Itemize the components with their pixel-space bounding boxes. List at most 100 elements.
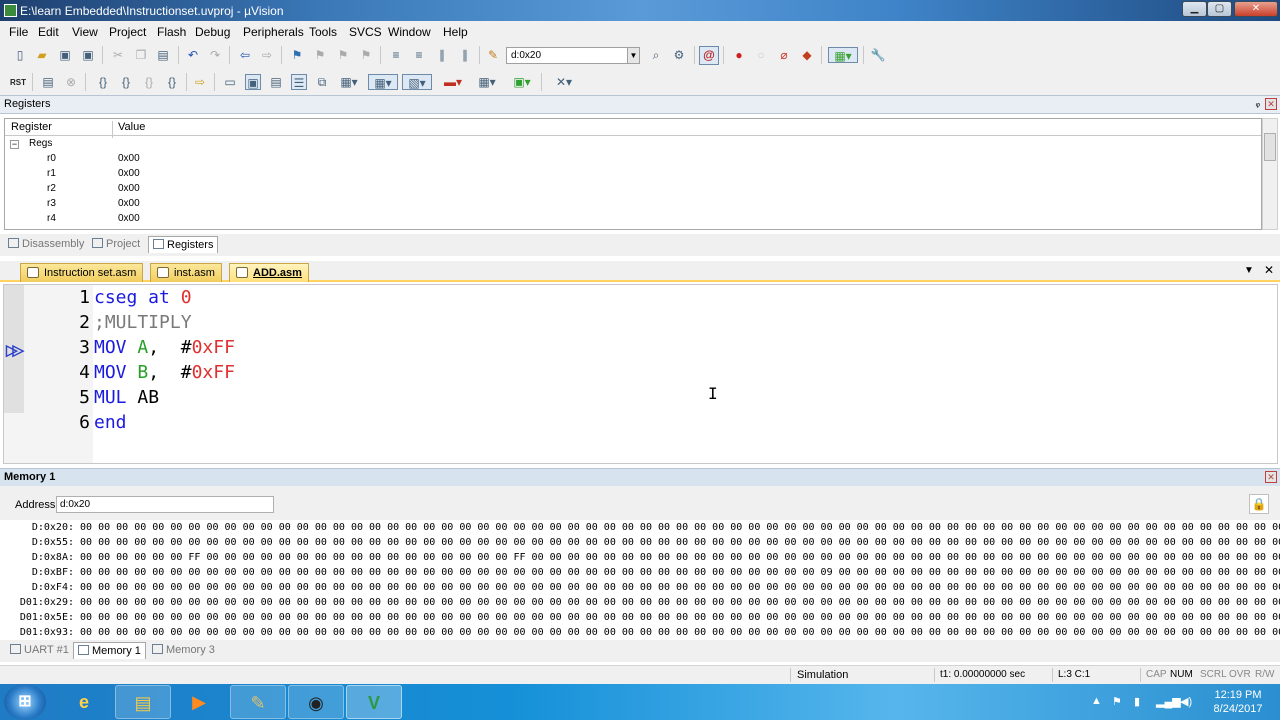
menu-project[interactable]: Project [109, 25, 146, 39]
disassembly-window-icon[interactable]: ▣ [245, 74, 261, 90]
menu-window[interactable]: Window [388, 25, 431, 39]
memory-row[interactable]: D01:0x5E: 00 00 00 00 00 00 00 00 00 00 … [0, 612, 1280, 627]
redo-icon[interactable]: ↷ [207, 47, 223, 63]
action-center-icon[interactable]: ⚑ [1112, 695, 1122, 708]
clear-bookmarks-icon[interactable]: ⚑ [358, 47, 374, 63]
uncomment-icon[interactable]: ∥ [457, 47, 473, 63]
memory-row[interactable]: D01:0x29: 00 00 00 00 00 00 00 00 00 00 … [0, 597, 1280, 612]
disable-breakpoint-icon[interactable]: ○ [753, 47, 769, 63]
next-bookmark-icon[interactable]: ⚑ [335, 47, 351, 63]
call-stack-icon[interactable]: ⧉ [314, 74, 330, 90]
keil-ide-icon[interactable]: ✎ [230, 685, 286, 719]
memory-row[interactable]: D:0x20: 00 00 00 00 00 00 00 00 00 00 00… [0, 522, 1280, 537]
erase-breakpoints-icon[interactable]: ◆ [799, 47, 815, 63]
menu-file[interactable]: File [9, 25, 28, 39]
memory-window-icon[interactable]: ▦▾ [368, 74, 398, 90]
new-file-icon[interactable]: ▯ [12, 47, 28, 63]
register-value[interactable]: 0x00 [118, 213, 140, 224]
save-icon[interactable]: ▣ [57, 47, 73, 63]
close-window-button[interactable]: ✕ [1234, 1, 1278, 17]
memory-bytes[interactable]: 00 00 00 00 00 00 00 00 00 00 00 00 00 0… [74, 582, 1280, 593]
stop-icon[interactable]: ⊗ [63, 74, 79, 90]
start-button[interactable]: ⊞ [4, 684, 46, 720]
pin-icon[interactable]: ᵩ [1256, 98, 1260, 109]
code-line[interactable]: ;MULTIPLY [94, 312, 192, 337]
power-icon[interactable]: ▮ [1134, 695, 1140, 708]
memory-bytes[interactable]: 00 00 00 00 00 00 00 00 00 00 00 00 00 0… [74, 567, 1280, 578]
collapse-icon[interactable]: − [10, 140, 19, 149]
analysis-window-icon[interactable]: ▬▾ [440, 74, 466, 90]
registers-close-button[interactable]: ✕ [1265, 98, 1277, 110]
scroll-thumb[interactable] [1264, 133, 1276, 161]
find-icon[interactable]: ⌕ [648, 47, 664, 63]
memory-close-button[interactable]: ✕ [1265, 471, 1277, 483]
breakpoint-icon[interactable]: ● [731, 47, 747, 63]
menu-debug[interactable]: Debug [195, 25, 230, 39]
tab-disassembly[interactable]: Disassembly [4, 236, 88, 253]
debug-session-icon[interactable]: @ [699, 46, 719, 65]
memory-bytes[interactable]: 00 00 00 00 00 00 00 00 00 00 00 00 00 0… [74, 522, 1280, 533]
obs-icon[interactable]: ◉ [288, 685, 344, 719]
configure-icon[interactable]: 🔧 [870, 47, 886, 63]
tab-instruction-set-asm[interactable]: Instruction set.asm [20, 263, 144, 282]
registers-scrollbar[interactable] [1262, 118, 1278, 230]
register-value[interactable]: 0x00 [118, 168, 140, 179]
memory-bytes[interactable]: 00 00 00 00 00 00 00 00 00 00 00 00 00 0… [74, 627, 1280, 638]
unindent-icon[interactable]: ≡ [411, 47, 427, 63]
code-line[interactable]: MOV B, #0xFF [94, 362, 235, 387]
menu-peripherals[interactable]: Peripherals [243, 25, 304, 39]
system-viewer-icon[interactable]: ▣▾ [508, 74, 536, 90]
tab-memory-1[interactable]: Memory 1 [73, 642, 146, 659]
tab-inst-asm[interactable]: inst.asm [150, 263, 222, 282]
explorer-icon[interactable]: ▤ [115, 685, 171, 719]
toolbox-icon[interactable]: ✕▾ [550, 74, 578, 90]
memory-row[interactable]: D:0x55: 00 00 00 00 00 00 00 00 00 00 00… [0, 537, 1280, 552]
menu-view[interactable]: View [72, 25, 98, 39]
tab-registers[interactable]: Registers [148, 236, 219, 253]
trace-window-icon[interactable]: ▦▾ [474, 74, 500, 90]
memory-bytes[interactable]: 00 00 00 00 00 00 00 00 00 00 00 00 00 0… [74, 612, 1280, 623]
copy-icon[interactable]: ❐ [133, 47, 149, 63]
lock-icon[interactable]: 🔒 [1249, 494, 1269, 514]
configure-tools-icon[interactable]: ⚙ [671, 47, 687, 63]
find-in-files-icon[interactable]: ✎ [485, 47, 501, 63]
network-icon[interactable]: ▂▄▆ [1156, 695, 1181, 708]
paste-icon[interactable]: ▤ [155, 47, 171, 63]
code-line[interactable]: MOV A, #0xFF [94, 337, 235, 362]
navigate-back-icon[interactable]: ⇦ [237, 47, 253, 63]
save-all-icon[interactable]: ▣ [80, 47, 96, 63]
undo-icon[interactable]: ↶ [185, 47, 201, 63]
run-icon[interactable]: ▤ [40, 74, 56, 90]
registers-window-icon[interactable]: ☰ [291, 74, 307, 90]
memory-row[interactable]: D01:0x93: 00 00 00 00 00 00 00 00 00 00 … [0, 627, 1280, 639]
menu-svcs[interactable]: SVCS [349, 25, 382, 39]
bookmark-icon[interactable]: ⚑ [289, 47, 305, 63]
memory-row[interactable]: D:0x8A: 00 00 00 00 00 00 FF 00 00 00 00… [0, 552, 1280, 567]
code-line[interactable]: end [94, 412, 127, 437]
prev-bookmark-icon[interactable]: ⚑ [312, 47, 328, 63]
step-over-icon[interactable]: {} [118, 74, 134, 90]
minimize-button[interactable]: ▁ [1182, 1, 1207, 17]
step-out-icon[interactable]: {} [141, 74, 157, 90]
memory-bytes[interactable]: 00 00 00 00 00 00 00 00 00 00 00 00 00 0… [74, 537, 1280, 548]
menu-tools[interactable]: Tools [309, 25, 337, 39]
open-folder-icon[interactable]: ▰ [34, 47, 50, 63]
register-value[interactable]: 0x00 [118, 183, 140, 194]
command-window-icon[interactable]: ▭ [222, 74, 238, 90]
chevron-down-icon[interactable]: ▼ [627, 48, 639, 63]
media-player-icon[interactable]: ▶ [171, 685, 227, 719]
reset-icon[interactable]: RST [10, 74, 26, 90]
tab-uart-1[interactable]: UART #1 [6, 642, 73, 659]
kill-breakpoints-icon[interactable]: ⌀ [776, 47, 792, 63]
window-select-icon[interactable]: ▦▾ [828, 47, 858, 63]
menu-flash[interactable]: Flash [157, 25, 186, 39]
register-value[interactable]: 0x00 [118, 153, 140, 164]
code-editor[interactable]: 123456 ▷▷ cseg at 0 ;MULTIPLY MOV A, #0xFF… [3, 284, 1278, 464]
symbols-window-icon[interactable]: ▤ [268, 74, 284, 90]
close-tab-icon[interactable]: ✕ [1264, 263, 1274, 277]
address-input[interactable]: d:0x20 [56, 496, 274, 513]
tab-list-dropdown-icon[interactable]: ▼ [1244, 265, 1254, 276]
volume-icon[interactable]: ◀) [1180, 695, 1192, 708]
memory-row[interactable]: D:0xF4: 00 00 00 00 00 00 00 00 00 00 00… [0, 582, 1280, 597]
tab-add-asm[interactable]: ADD.asm [229, 263, 309, 282]
